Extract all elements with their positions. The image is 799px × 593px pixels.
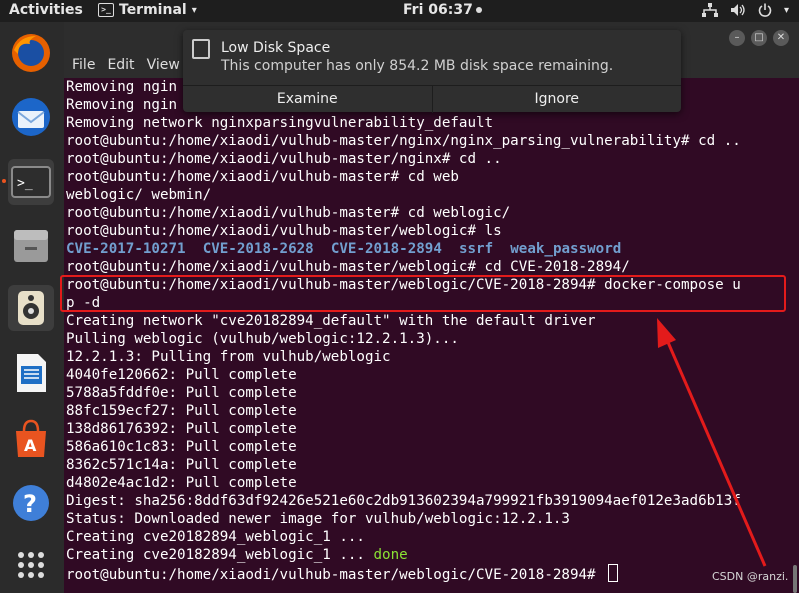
notification-title: Low Disk Space xyxy=(221,40,331,56)
watermark: CSDN @ranzi. xyxy=(712,570,789,583)
low-disk-notification: Low Disk Space This computer has only 85… xyxy=(183,30,682,113)
notification-body: This computer has only 854.2 MB disk spa… xyxy=(221,58,614,74)
disk-icon xyxy=(192,39,210,59)
ignore-button[interactable]: Ignore xyxy=(431,86,682,113)
examine-button[interactable]: Examine xyxy=(183,86,432,113)
scrollbar[interactable] xyxy=(793,565,797,593)
